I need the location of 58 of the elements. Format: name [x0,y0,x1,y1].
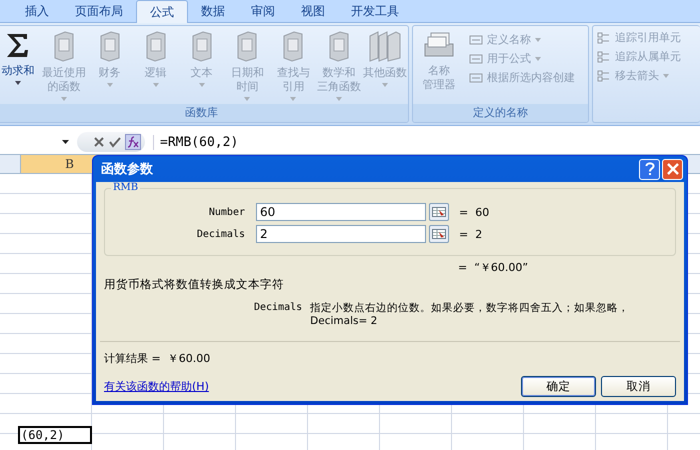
caret-icon [198,83,204,87]
function-name: RMB [111,182,140,193]
check-icon[interactable] [109,136,121,148]
argument-label: Decimals [196,228,245,240]
books-icon [368,30,402,62]
collapse-dialog-button[interactable] [429,203,449,221]
name-box-dropdown-icon[interactable] [62,140,69,144]
ribbon-tab[interactable]: 开发工具 [338,0,412,22]
caret-icon [106,83,113,87]
active-cell[interactable]: (60,2) [18,426,92,444]
caret-icon [535,56,541,60]
range-select-icon [432,229,446,239]
dialog-button[interactable]: 确定 [521,376,596,397]
formula-input[interactable]: =RMB(60,2) [153,134,238,150]
argument-value: = 2 [459,228,482,240]
name-tag-icon [469,52,483,64]
caret-icon [290,97,296,101]
caret-icon [14,81,21,85]
formula-result: = “￥60.00” [458,260,530,275]
ribbon-button[interactable]: 动求和 [0,28,41,85]
collapse-dialog-button[interactable] [429,225,449,243]
argument-help-name: Decimals [254,302,302,315]
close-icon [666,163,678,175]
ribbon-tab[interactable]: 数据 [188,0,238,22]
caret-icon [382,83,388,87]
range-select-icon [432,207,446,217]
argument-input[interactable]: 2 [256,225,426,243]
caret-icon [152,83,159,87]
insert-function-icon[interactable] [125,134,141,150]
argument-label: Number [208,206,245,218]
trace-arrows-icon [597,70,611,82]
group-label: 函数库 [0,104,408,122]
name-tag-icon [469,34,483,46]
ribbon-tab[interactable]: 插入 [12,0,62,22]
ribbon-tab[interactable]: 公式 [136,0,188,23]
question-mark-icon [644,162,654,176]
close-button[interactable] [662,158,683,180]
caret-icon [663,74,669,78]
caret-icon [336,97,342,101]
ribbon-tab[interactable]: 页面布局 [62,0,136,22]
name-tag-icon [469,72,483,84]
argument-value: = 60 [459,206,490,218]
caret-icon [535,38,541,42]
ribbon-tab[interactable]: 视图 [288,0,338,22]
ribbon-tab[interactable]: 审阅 [238,0,288,22]
help-button[interactable] [639,158,660,180]
group-label: 定义的名称 [413,104,588,122]
argument-help-text: 指定小数点右边的位数。如果必要，数字将四舍五入；如果忽略， Decimals= 2 [310,302,630,328]
trace-arrows-icon [597,50,611,62]
caret-icon [60,97,67,101]
caret-icon [244,97,250,101]
function-description: 用货币格式将数值转换成文本字符 [104,277,285,292]
cancel-icon[interactable] [93,136,105,148]
trace-arrows-icon [597,32,611,44]
calculation-result: 计算结果 = ￥60.00 [104,351,212,366]
help-link[interactable]: 有关该函数的帮助(H) [104,379,209,394]
dialog-button[interactable]: 取消 [601,376,676,397]
argument-input[interactable]: 60 [256,203,426,221]
